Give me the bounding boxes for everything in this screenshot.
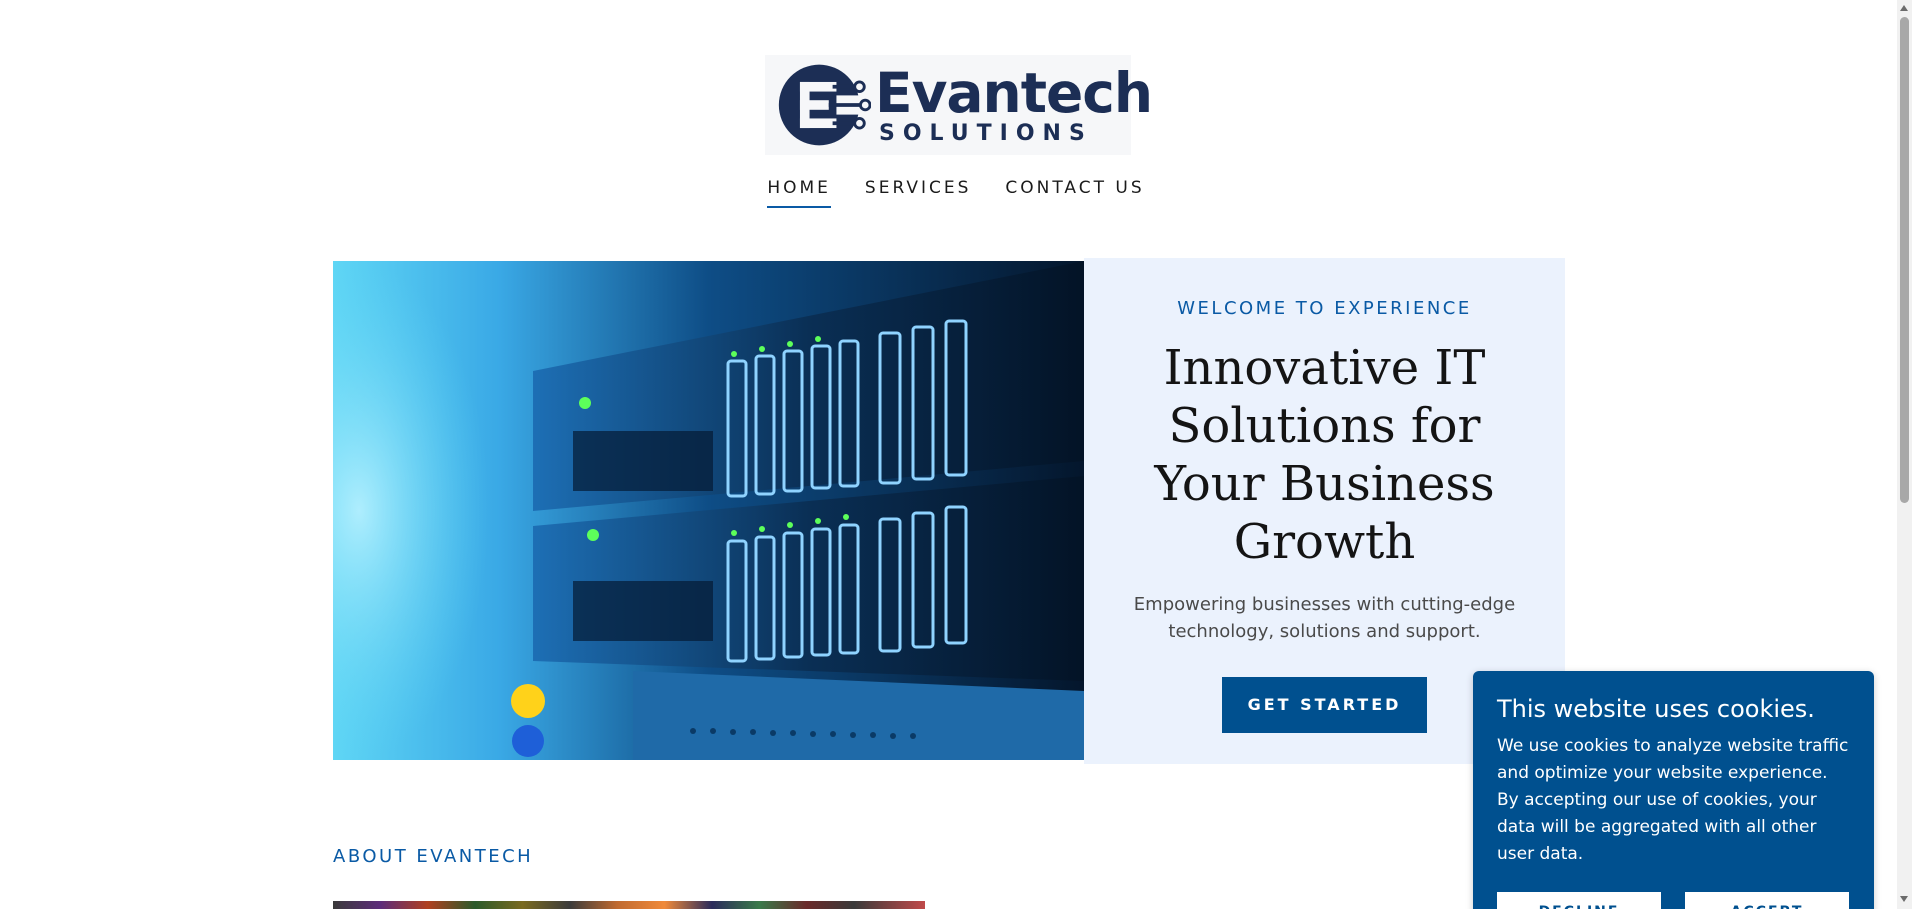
hero-section: WELCOME TO EXPERIENCE Innovative IT Solu… xyxy=(333,258,1565,764)
scrollbar-thumb[interactable] xyxy=(1900,17,1909,503)
scroll-down-arrow-icon[interactable] xyxy=(1900,896,1908,902)
cookie-banner: This website uses cookies. We use cookie… xyxy=(1473,671,1874,909)
server-rack-illustration xyxy=(333,261,1084,760)
main-nav: HOME SERVICES CONTACT US xyxy=(0,178,1912,208)
cookie-buttons: DECLINE ACCEPT xyxy=(1497,892,1849,909)
decline-button[interactable]: DECLINE xyxy=(1497,892,1661,909)
page-scrollbar[interactable] xyxy=(1897,0,1912,909)
site-logo[interactable]: Evantech SOLUTIONS xyxy=(765,55,1153,155)
hero-title: Innovative IT Solutions for Your Busines… xyxy=(1154,340,1495,570)
accept-button[interactable]: ACCEPT xyxy=(1685,892,1849,909)
nav-home[interactable]: HOME xyxy=(767,178,831,208)
nav-contact-us[interactable]: CONTACT US xyxy=(1005,178,1144,208)
logo-text: Evantech SOLUTIONS xyxy=(875,61,1153,146)
logo-subtitle: SOLUTIONS xyxy=(879,121,1093,146)
circuit-e-logo-icon xyxy=(778,64,871,146)
about-image xyxy=(333,901,925,909)
nav-services[interactable]: SERVICES xyxy=(865,178,971,208)
get-started-button[interactable]: GET STARTED xyxy=(1222,677,1427,733)
about-heading: ABOUT EVANTECH xyxy=(333,846,534,867)
hero-eyebrow: WELCOME TO EXPERIENCE xyxy=(1177,298,1472,319)
logo-name: Evantech xyxy=(875,61,1153,125)
cookie-title: This website uses cookies. xyxy=(1497,695,1815,723)
cookie-text: We use cookies to analyze website traffi… xyxy=(1497,736,1849,864)
page: Evantech SOLUTIONS HOME SERVICES CONTACT… xyxy=(0,0,1912,909)
scroll-up-arrow-icon[interactable] xyxy=(1900,5,1908,11)
hero-description: Empowering businesses with cutting-edge … xyxy=(1133,594,1516,642)
hero-image xyxy=(333,261,1084,760)
